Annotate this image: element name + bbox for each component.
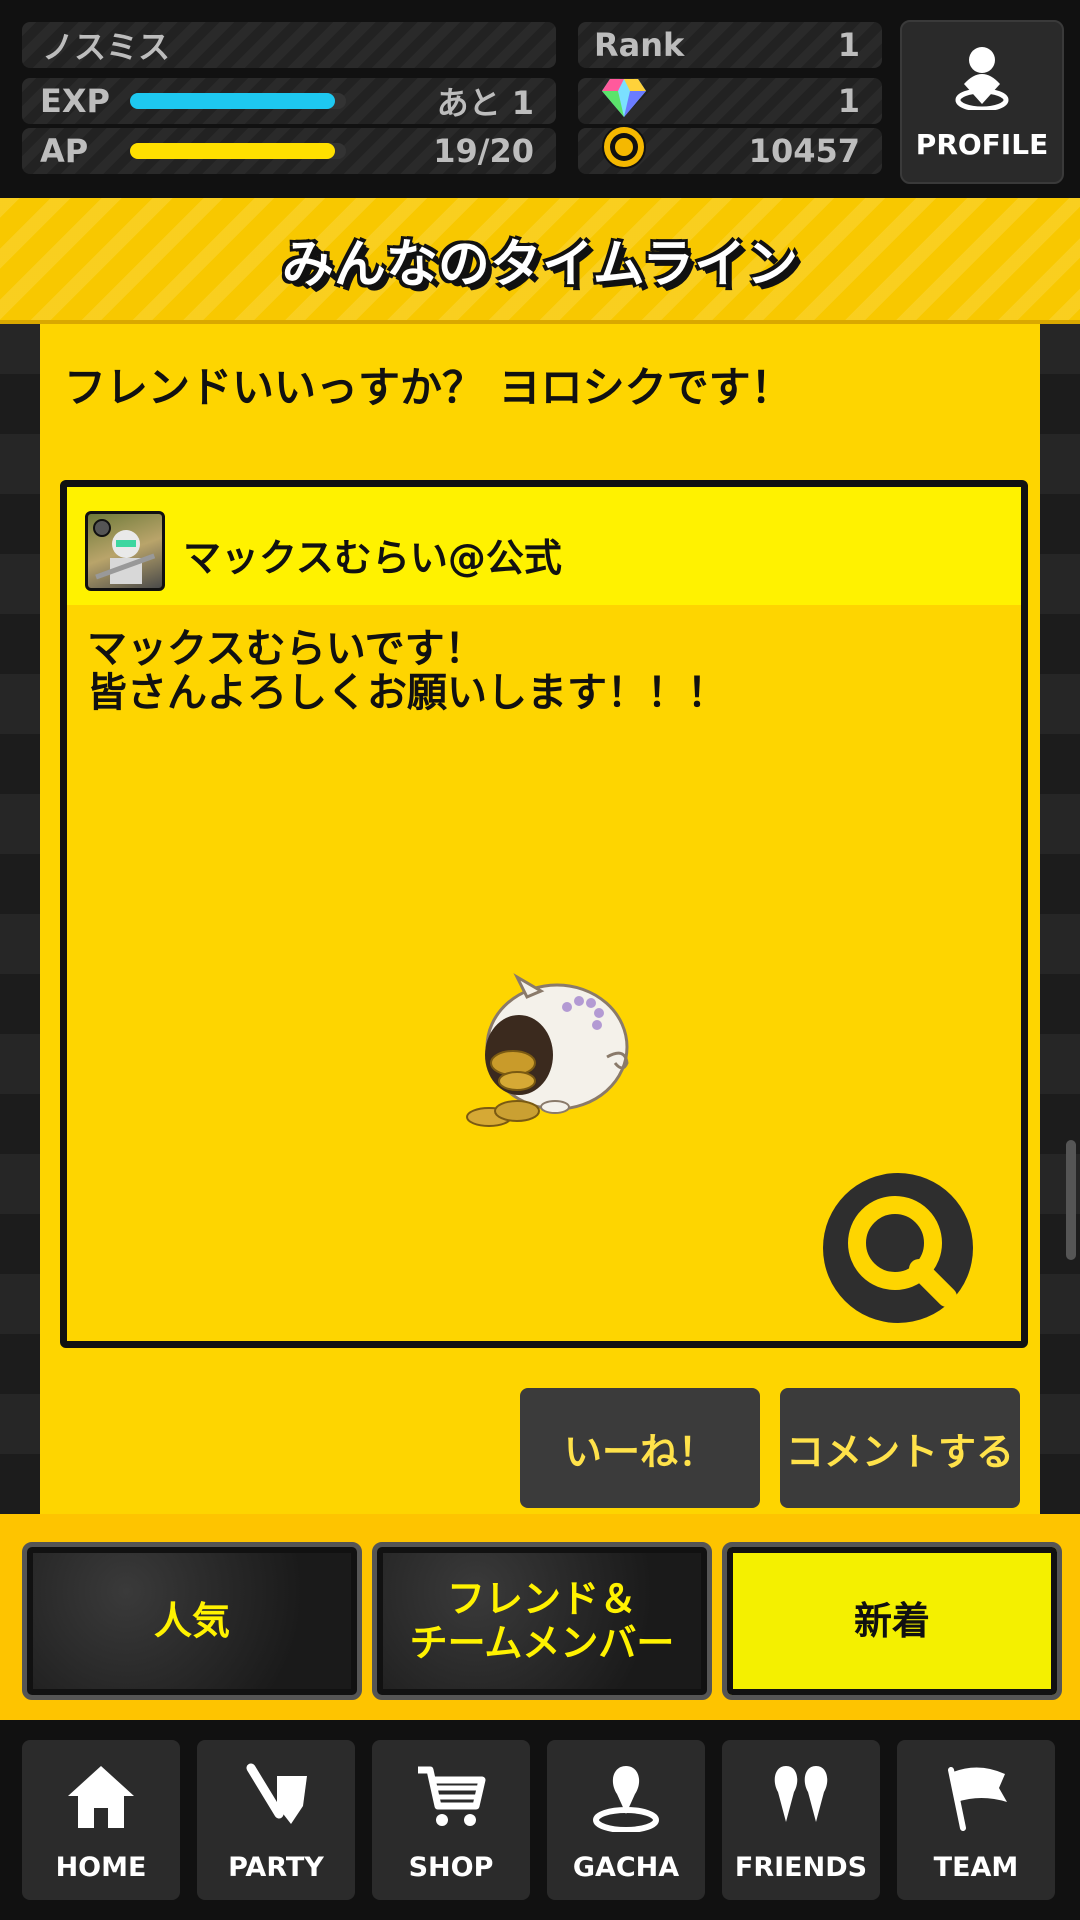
- piggy-bank-coins-image[interactable]: [457, 967, 657, 1137]
- side-pattern-right: [1040, 324, 1080, 1514]
- rank-value: 1: [837, 26, 860, 64]
- scrollbar[interactable]: [1066, 1140, 1076, 1260]
- page-title: みんなのタイムライン: [281, 234, 799, 295]
- timeline-post[interactable]: マックスむらい@公式 マックスむらいです！ 皆さんよろしくお願いします！！！: [60, 480, 1028, 1348]
- post-author[interactable]: マックスむらい@公式: [183, 527, 562, 582]
- ap-bar: [130, 143, 346, 159]
- nav-gacha[interactable]: GACHA: [547, 1740, 705, 1900]
- nav-gacha-label: GACHA: [572, 1852, 680, 1883]
- nav-party-label: PARTY: [228, 1852, 324, 1883]
- side-pattern-left: [0, 324, 40, 1514]
- coin-icon: [602, 125, 646, 177]
- tab-popular[interactable]: 人気: [22, 1542, 362, 1700]
- timeline-banner: みんなのタイムライン: [0, 198, 1080, 324]
- ap-row: AP 19/20: [22, 128, 556, 174]
- nav-party[interactable]: PARTY: [197, 1740, 355, 1900]
- like-button[interactable]: いーね！: [520, 1388, 760, 1508]
- nav-home-label: HOME: [55, 1852, 147, 1883]
- nav-team[interactable]: TEAM: [897, 1740, 1055, 1900]
- friends-icon: [774, 1766, 828, 1822]
- nav-team-label: TEAM: [933, 1852, 1019, 1883]
- profile-label: PROFILE: [915, 128, 1049, 161]
- sword-shield-icon: [246, 1763, 307, 1824]
- ap-label: AP: [40, 132, 89, 170]
- nav-shop[interactable]: SHOP: [372, 1740, 530, 1900]
- gacha-pin-icon: [593, 1766, 659, 1832]
- magnifier-icon[interactable]: [823, 1173, 973, 1323]
- post-header: マックスむらい@公式: [67, 487, 1021, 605]
- avatar[interactable]: [85, 511, 165, 591]
- profile-button[interactable]: PROFILE: [900, 20, 1064, 184]
- bottom-nav: HOME PARTY SHOP GACHA FRIENDS TEAM: [0, 1720, 1080, 1920]
- post-body: マックスむらいです！ 皆さんよろしくお願いします！！！: [87, 626, 727, 716]
- nav-friends[interactable]: FRIENDS: [722, 1740, 880, 1900]
- timeline-feed[interactable]: フレンドいいっすか？ ヨロシクです！ マックスむらい@公式 マックスむらいです！…: [40, 324, 1040, 1514]
- tab-new[interactable]: 新着: [722, 1542, 1062, 1700]
- player-name: ノスミス: [42, 28, 171, 66]
- exp-row: EXP あと 1: [22, 78, 556, 124]
- gem-row: 1: [578, 78, 882, 124]
- ap-value: 19/20: [433, 132, 534, 170]
- profile-pin-icon: [955, 47, 1009, 110]
- exp-label: EXP: [40, 82, 110, 120]
- tab-new-label: 新着: [853, 1599, 930, 1643]
- timeline-filter-tabs: 人気 フレンド＆ チームメンバー 新着: [0, 1514, 1080, 1720]
- previous-post-text: フレンドいいっすか？ ヨロシクです！: [64, 363, 793, 412]
- exp-bar-fill: [130, 93, 336, 109]
- home-icon: [68, 1766, 134, 1828]
- player-name-row: ノスミス: [22, 22, 556, 68]
- exp-remaining: あと 1: [436, 84, 534, 122]
- ap-bar-fill: [130, 143, 336, 159]
- tab-friends-team[interactable]: フレンド＆ チームメンバー: [372, 1542, 712, 1700]
- flag-icon: [948, 1767, 1007, 1831]
- nav-home[interactable]: HOME: [22, 1740, 180, 1900]
- nav-friends-label: FRIENDS: [734, 1852, 868, 1883]
- nav-shop-label: SHOP: [408, 1852, 494, 1883]
- gem-icon: [602, 77, 646, 125]
- comment-button[interactable]: コメントする: [780, 1388, 1020, 1508]
- status-header: ノスミス EXP あと 1 AP 19/20 Rank 1 1 10457 PR…: [0, 0, 1080, 198]
- gem-value: 1: [837, 82, 860, 120]
- tab-friends-team-label: フレンド＆ チームメンバー: [409, 1577, 675, 1665]
- exp-bar: [130, 93, 346, 109]
- tab-popular-label: 人気: [153, 1599, 230, 1643]
- rank-label: Rank: [594, 26, 685, 64]
- cart-icon: [418, 1766, 486, 1826]
- coin-row: 10457: [578, 125, 882, 177]
- coin-value: 10457: [748, 132, 860, 170]
- rank-row: Rank 1: [578, 22, 882, 68]
